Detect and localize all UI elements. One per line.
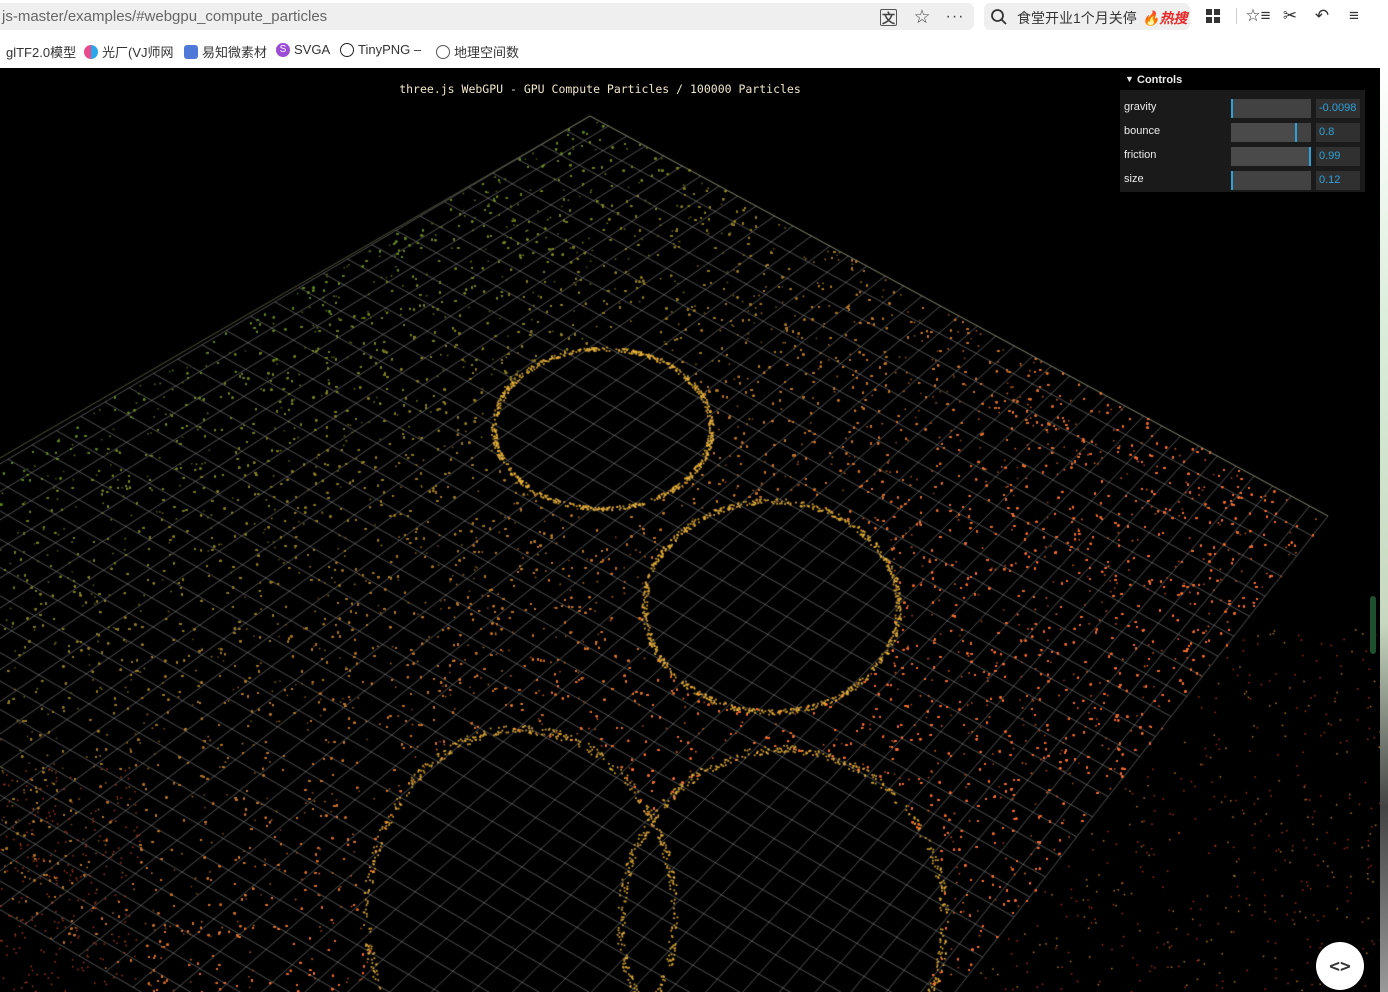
controls-title: Controls <box>1137 74 1183 86</box>
info-caption: three.js WebGPU - GPU Compute Particles … <box>399 82 801 96</box>
panda-icon <box>340 42 354 57</box>
gravity-label: gravity <box>1124 101 1157 113</box>
search-icon <box>991 9 1007 25</box>
address-bar[interactable]: js-master/examples/#webgpu_compute_parti… <box>0 3 974 30</box>
control-bounce: bounce 0.8 <box>1120 121 1365 143</box>
apps-grid-icon[interactable] <box>1203 6 1223 26</box>
undo-icon[interactable]: ↶ <box>1312 6 1332 26</box>
friction-slider[interactable] <box>1231 147 1311 166</box>
control-gravity: gravity -0.0098 <box>1120 97 1365 119</box>
webgpu-canvas[interactable]: three.js WebGPU - GPU Compute Particles … <box>0 68 1380 992</box>
scrollbar-thumb[interactable] <box>1370 596 1376 654</box>
chevron-down-icon: ▼ <box>1125 74 1134 84</box>
friction-input[interactable]: 0.99 <box>1316 147 1360 166</box>
hot-search-badge: 🔥热搜 <box>1142 8 1187 28</box>
more-icon[interactable]: ··· <box>945 7 965 27</box>
bookmark-guangchang[interactable]: 光厂(VJ师网 <box>84 42 174 61</box>
bounce-slider[interactable] <box>1231 123 1311 142</box>
yizhiwei-icon <box>184 44 198 59</box>
browser-toolbar: js-master/examples/#webgpu_compute_parti… <box>0 0 1388 68</box>
globe-icon <box>436 44 450 59</box>
bounce-label: bounce <box>1124 125 1161 137</box>
bookmark-gltf[interactable]: glTF2.0模型 <box>6 42 76 61</box>
gravity-slider[interactable] <box>1231 99 1311 118</box>
translate-icon[interactable]: 文 <box>880 9 897 26</box>
particle-scene[interactable] <box>0 68 1380 992</box>
friction-label: friction <box>1124 149 1157 161</box>
fire-icon: 🔥 <box>1142 10 1160 26</box>
star-icon[interactable]: ☆ <box>912 7 932 28</box>
search-box[interactable]: 食堂开业1个月关停 🔥热搜 <box>984 3 1190 30</box>
window-edge <box>1380 68 1388 992</box>
size-input[interactable]: 0.12 <box>1316 171 1360 190</box>
size-label: size <box>1124 173 1144 185</box>
bounce-input[interactable]: 0.8 <box>1316 123 1360 142</box>
search-suggestion[interactable]: 食堂开业1个月关停 <box>1017 8 1137 28</box>
bookmark-tinypng[interactable]: TinyPNG – <box>340 42 421 57</box>
bookmark-yizhiwei[interactable]: 易知微素材 <box>184 42 267 61</box>
address-url[interactable]: js-master/examples/#webgpu_compute_parti… <box>2 8 327 25</box>
bookmarks-bar: glTF2.0模型 光厂(VJ师网 易知微素材 S SVGA TinyPNG – … <box>0 40 1388 62</box>
guangchang-icon <box>84 44 98 59</box>
view-source-button[interactable]: <> <box>1316 942 1364 990</box>
menu-icon[interactable]: ≡ <box>1344 6 1364 26</box>
scissors-icon[interactable]: ✂ <box>1280 6 1300 26</box>
svga-icon: S <box>276 42 290 57</box>
size-slider[interactable] <box>1231 171 1311 190</box>
bookmark-svga[interactable]: S SVGA <box>276 42 330 57</box>
hot-label: 热搜 <box>1159 10 1188 26</box>
controls-title-bar[interactable]: ▼ Controls <box>1120 70 1365 90</box>
bookmark-geospatial[interactable]: 地理空间数 <box>436 42 519 61</box>
gravity-input[interactable]: -0.0098 <box>1316 99 1360 118</box>
favorites-list-icon[interactable]: ☆≡ <box>1245 6 1270 26</box>
controls-panel: ▼ Controls gravity -0.0098 bounce 0.8 fr… <box>1120 70 1365 192</box>
toolbar-divider <box>1236 8 1237 24</box>
control-size: size 0.12 <box>1120 169 1365 191</box>
control-friction: friction 0.99 <box>1120 145 1365 167</box>
